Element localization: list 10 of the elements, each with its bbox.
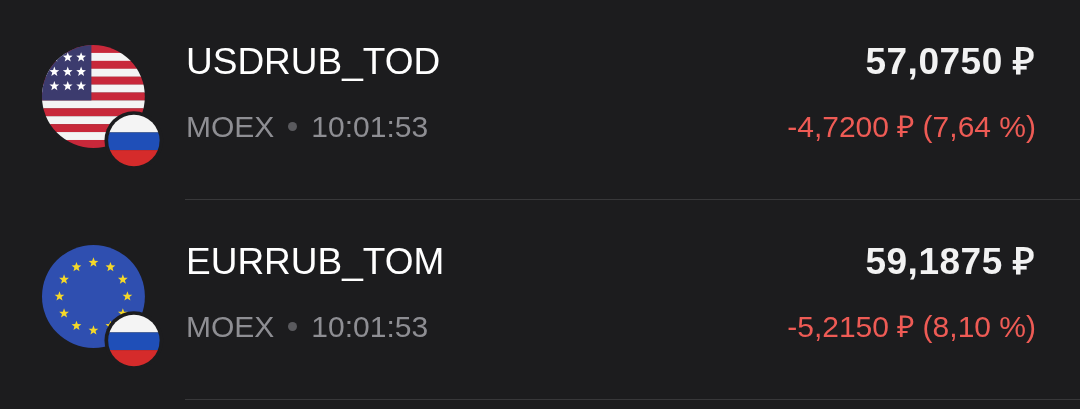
exchange-name: MOEX <box>186 108 275 145</box>
price: 57,0750 ₽ <box>865 40 1036 85</box>
quote-time: 10:01:53 <box>311 108 429 145</box>
quote-time: 10:01:53 <box>311 308 429 345</box>
price: 59,1875 ₽ <box>865 240 1036 285</box>
exchange-name: MOEX <box>186 308 275 345</box>
price-change: -5,2150 ₽ (8,10 %) <box>787 308 1036 345</box>
price-change: -4,7200 ₽ (7,64 %) <box>787 108 1036 145</box>
ticker-name: EURRUB_TOM <box>186 240 445 285</box>
ticker-name: USDRUB_TOD <box>186 40 441 85</box>
